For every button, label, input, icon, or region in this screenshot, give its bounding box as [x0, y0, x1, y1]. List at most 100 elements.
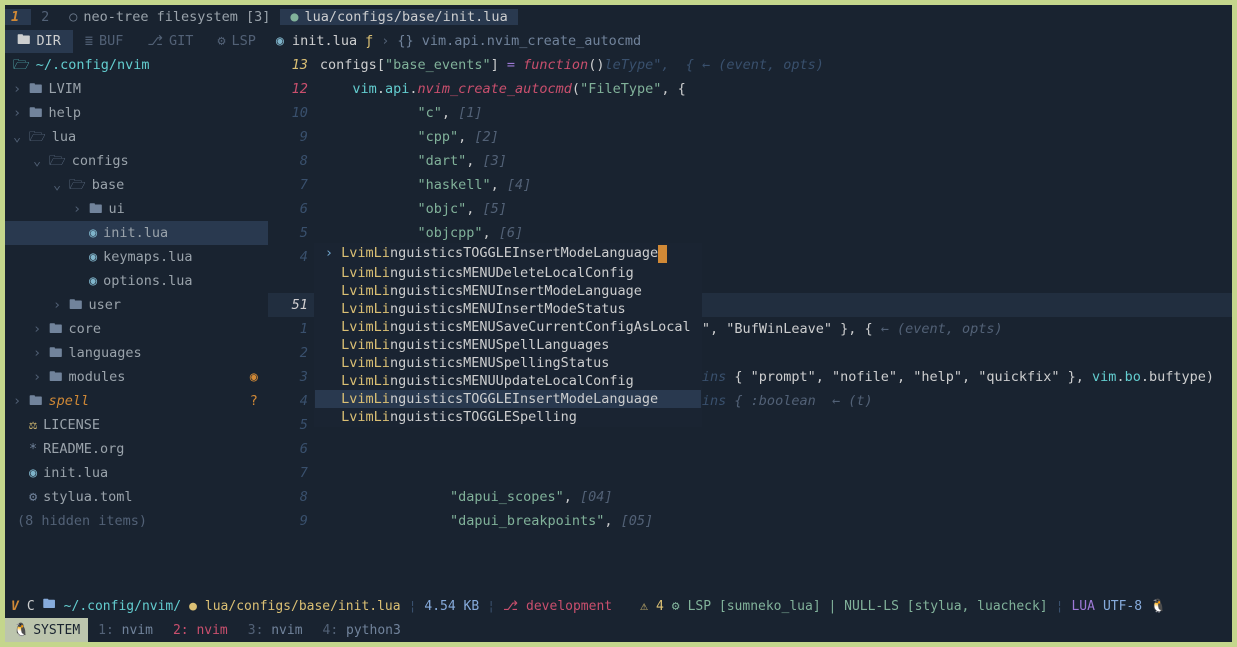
tree-item[interactable]: *README.org: [5, 437, 268, 461]
completion-item[interactable]: LvimLinguisticsTOGGLESpelling: [315, 408, 701, 426]
completion-item[interactable]: LvimLinguisticsMENUUpdateLocalConfig: [315, 372, 701, 390]
system-tab[interactable]: 1: nvim: [88, 623, 163, 638]
tree-item[interactable]: ›🖿languages: [5, 341, 268, 365]
code-line[interactable]: 8 "dart", [3]: [268, 149, 1232, 173]
gear-icon: ⚙: [29, 485, 37, 509]
tree-item-label: user: [89, 293, 122, 317]
code-line[interactable]: 7 "haskell", [4]: [268, 173, 1232, 197]
tree-root[interactable]: 🗁 ~/.config/nvim: [5, 53, 268, 77]
line-number: 6: [268, 201, 320, 217]
tab-index-current[interactable]: 1: [5, 9, 31, 25]
tree-item[interactable]: ›🖿spell?: [5, 389, 268, 413]
folder-open-icon: 🗁: [29, 125, 46, 149]
folder-icon: 🖿: [29, 77, 43, 101]
tree-item[interactable]: ⌄🗁lua: [5, 125, 268, 149]
code-line[interactable]: 9 "cpp", [2]: [268, 125, 1232, 149]
tree-item[interactable]: ›🖿help: [5, 101, 268, 125]
status-line: V C 🖿 ~/.config/nvim/ ● lua/configs/base…: [5, 594, 1232, 618]
completion-item[interactable]: LvimLinguisticsTOGGLEInsertModeLanguage: [315, 390, 701, 408]
code-line[interactable]: 6 "objc", [5]: [268, 197, 1232, 221]
system-tab[interactable]: 2: nvim: [163, 623, 238, 638]
code-line[interactable]: 8 "dapui_scopes", [04]: [268, 485, 1232, 509]
chevron-icon: ›: [33, 341, 43, 365]
tree-item[interactable]: ⚖LICENSE: [5, 413, 268, 437]
completion-item[interactable]: LvimLinguisticsMENUDeleteLocalConfig: [315, 264, 701, 282]
status-warn-count: 4: [656, 599, 664, 614]
code-line[interactable]: 7: [268, 461, 1232, 485]
line-number: 5: [268, 225, 320, 241]
tree-item[interactable]: ◉options.lua: [5, 269, 268, 293]
warning-icon: ⚠: [640, 599, 648, 614]
system-tab[interactable]: 3: nvim: [238, 623, 313, 638]
sidebar-tab-lsp-label: LSP: [232, 33, 256, 49]
tree-item[interactable]: ›🖿core: [5, 317, 268, 341]
code-editor[interactable]: 13configs["base_events"] = function()leT…: [268, 53, 1232, 594]
tree-item[interactable]: ◉keymaps.lua: [5, 245, 268, 269]
lua-icon: ◉: [89, 221, 97, 245]
tree-item[interactable]: ›🖿ui: [5, 197, 268, 221]
lua-icon: ◉: [89, 269, 97, 293]
sidebar-tab-dir[interactable]: 🖿 DIR: [5, 30, 73, 53]
mode-indicator: V: [11, 599, 19, 614]
line-number: 12: [268, 81, 320, 97]
tree-item[interactable]: ⌄🗁base: [5, 173, 268, 197]
sidebar-tab-git[interactable]: ⎇ GIT: [135, 33, 205, 49]
code-line[interactable]: 13configs["base_events"] = function()leT…: [268, 53, 1232, 77]
system-tab-label: nvim: [271, 623, 302, 638]
file-tree[interactable]: 🗁 ~/.config/nvim ›🖿LVIM›🖿help⌄🗁lua⌄🗁conf…: [5, 53, 268, 594]
tree-item[interactable]: ›🖿user: [5, 293, 268, 317]
completion-item[interactable]: LvimLinguisticsMENUSpellLanguages: [315, 336, 701, 354]
tree-item-label: README.org: [43, 437, 124, 461]
breadcrumb[interactable]: ◉ init.lua ƒ › {} vim.api.nvim_create_au…: [268, 29, 1232, 53]
code-line[interactable]: 6: [268, 437, 1232, 461]
chevron-icon: ›: [13, 389, 23, 413]
dot-modified-icon: ●: [290, 9, 298, 25]
tree-item[interactable]: ◉init.lua: [5, 221, 268, 245]
line-number: 8: [268, 153, 320, 169]
editor-pane: ◉ init.lua ƒ › {} vim.api.nvim_create_au…: [268, 29, 1232, 594]
tab-index-other[interactable]: 2: [31, 9, 59, 25]
lua-icon: ◉: [29, 461, 37, 485]
sidebar-tab-buf[interactable]: ≣ BUF: [73, 33, 136, 49]
completion-item[interactable]: LvimLinguisticsMENUInsertModeLanguage: [315, 282, 701, 300]
tree-item-label: languages: [69, 341, 142, 365]
chevron-icon: ›: [33, 365, 43, 389]
code-line[interactable]: 9 "dapui_breakpoints", [05]: [268, 509, 1232, 533]
chevron-icon: ⌄: [13, 125, 23, 149]
code-line[interactable]: 10 "c", [1]: [268, 101, 1232, 125]
system-tab-label: python3: [346, 623, 401, 638]
code-line[interactable]: 12 vim.api.nvim_create_autocmd("FileType…: [268, 77, 1232, 101]
system-tab[interactable]: 4: python3: [313, 623, 411, 638]
tree-item[interactable]: ›🖿modules◉: [5, 365, 268, 389]
breadcrumb-symbol: {} vim.api.nvim_create_autocmd: [397, 33, 641, 49]
chevron-right-icon: ›: [381, 33, 389, 49]
chevron-icon: ›: [33, 317, 43, 341]
completion-popup[interactable]: › LvimLinguisticsTOGGLEInsertModeLanguag…: [314, 243, 702, 427]
tab-file[interactable]: ● lua/configs/base/init.lua: [280, 9, 517, 25]
completion-item[interactable]: LvimLinguisticsMENUSpellingStatus: [315, 354, 701, 372]
tree-item[interactable]: ⚙stylua.toml: [5, 485, 268, 509]
tree-item-label: LICENSE: [43, 413, 100, 437]
completion-item[interactable]: › LvimLinguisticsTOGGLEInsertModeLanguag…: [315, 244, 701, 264]
tree-item[interactable]: ›🖿LVIM: [5, 77, 268, 101]
tree-item[interactable]: ⌄🗁configs: [5, 149, 268, 173]
line-number: 2: [268, 345, 320, 361]
tree-item-label: core: [69, 317, 102, 341]
line-number: 8: [268, 489, 320, 505]
tree-item-label: configs: [72, 149, 129, 173]
tree-item[interactable]: ◉init.lua: [5, 461, 268, 485]
completion-item[interactable]: LvimLinguisticsMENUSaveCurrentConfigAsLo…: [315, 318, 701, 336]
list-icon: ≣: [85, 33, 93, 49]
code-line[interactable]: 5 "objcpp", [6]: [268, 221, 1232, 245]
tab-neotree[interactable]: ○ neo-tree filesystem [3]: [59, 9, 280, 25]
folder-open-icon: 🗁: [69, 173, 86, 197]
git-icon: ⎇: [147, 33, 163, 49]
tree-item-label: LVIM: [49, 77, 82, 101]
license-icon: ⚖: [29, 413, 37, 437]
tree-item-label: modules: [69, 365, 126, 389]
completion-item[interactable]: LvimLinguisticsMENUInsertModeStatus: [315, 300, 701, 318]
sidebar-tab-lsp[interactable]: ⚙ LSP: [205, 33, 268, 49]
status-branch: development: [526, 599, 612, 614]
system-tab-index: 2:: [173, 623, 189, 638]
system-tab-index: 4:: [323, 623, 339, 638]
